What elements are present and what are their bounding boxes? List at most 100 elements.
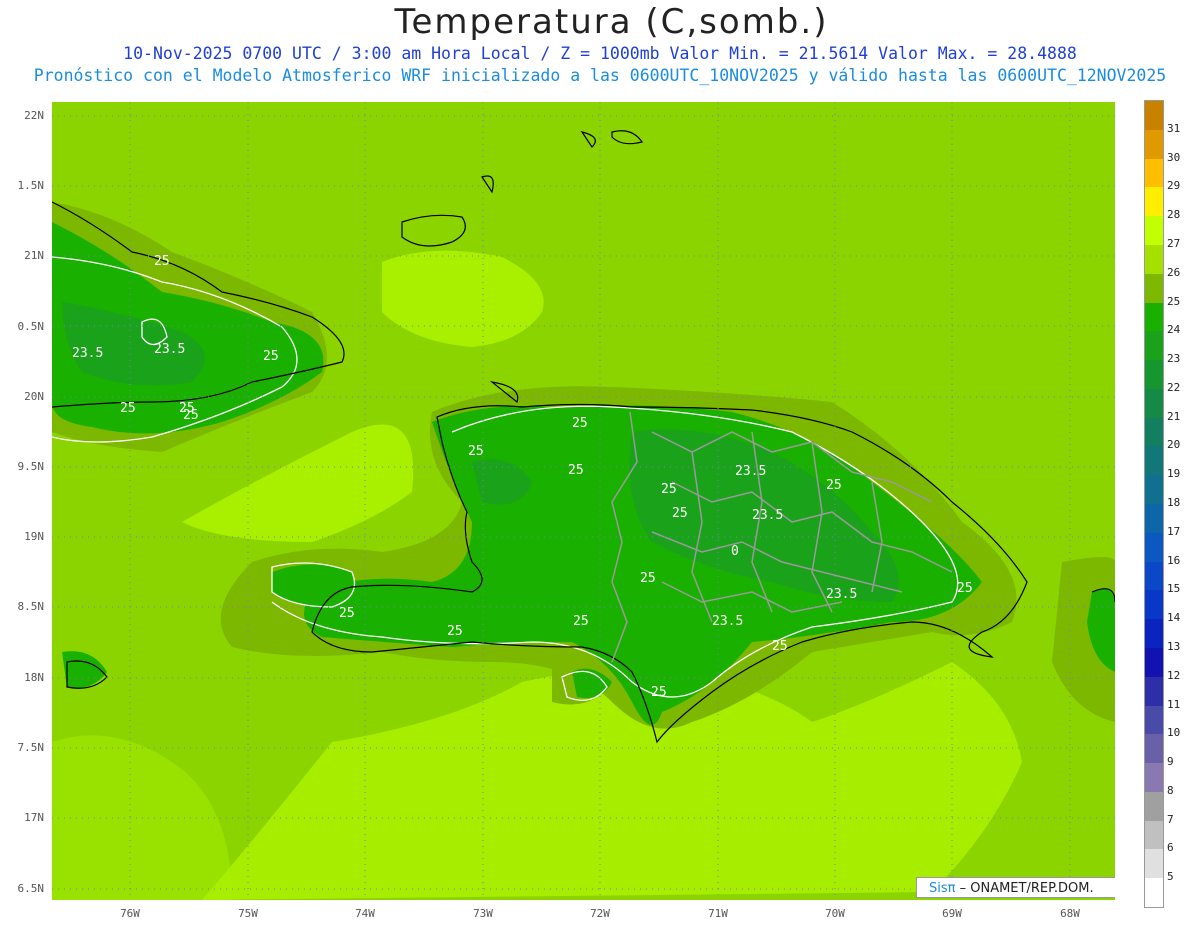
colorbar-swatch [1145, 360, 1163, 390]
colorbar-swatch [1145, 849, 1163, 879]
contour-label: 25 [651, 685, 667, 700]
colorbar-label: 27 [1167, 236, 1181, 250]
map-title: Temperatura (C,somb.) [394, 2, 829, 42]
colorbar-swatch [1145, 101, 1163, 131]
colorbar-label: 20 [1167, 438, 1181, 452]
lon-label: 72W [590, 907, 610, 920]
colorbar-label: 7 [1167, 812, 1174, 826]
lon-label: 70W [825, 907, 845, 920]
temperature-map: 25 23.5 23.5 25 25 25 25 25 25 25 23.5 2… [52, 102, 1115, 900]
contour-label: 23.5 [826, 587, 857, 602]
contour-label: 25 [154, 254, 170, 269]
colorbar-label: 22 [1167, 380, 1181, 394]
colorbar-label: 16 [1167, 553, 1181, 567]
credit-box: Sisπ – ONAMET/REP.DOM. [916, 877, 1115, 898]
colorbar-label: 31 [1167, 121, 1181, 135]
lon-label: 73W [473, 907, 493, 920]
lon-label: 75W [238, 907, 258, 920]
lat-label: 20N [24, 390, 44, 403]
colorbar-swatch [1145, 619, 1163, 649]
contour-label: 25 [826, 478, 842, 493]
contour-label: 25 [772, 639, 788, 654]
lat-label: 9.5N [17, 460, 45, 473]
colorbar [1144, 100, 1164, 908]
colorbar-label: 17 [1167, 524, 1181, 538]
contour-label: 25 [263, 349, 279, 364]
contour-label: 25 [661, 482, 677, 497]
colorbar-swatch [1145, 475, 1163, 505]
colorbar-label: 6 [1167, 841, 1174, 855]
map-canvas: 25 23.5 23.5 25 25 25 25 25 25 25 23.5 2… [52, 102, 1115, 900]
colorbar-swatch [1145, 734, 1163, 764]
colorbar-label: 18 [1167, 496, 1181, 509]
colorbar-swatch [1145, 820, 1163, 850]
contour-label: 25 [572, 416, 588, 431]
lat-label: 22N [24, 109, 44, 122]
colorbar-label: 8 [1167, 783, 1174, 797]
colorbar-label: 28 [1167, 208, 1181, 222]
lat-label: 6.5N [17, 882, 45, 895]
colorbar-swatch [1145, 791, 1163, 822]
contour-label: 23.5 [752, 508, 783, 523]
colorbar-label: 23 [1167, 352, 1181, 366]
colorbar-swatch [1145, 388, 1163, 419]
contour-label: 25 [339, 606, 355, 621]
contour-label: 23.5 [712, 614, 743, 629]
lon-label: 71W [708, 907, 728, 920]
subtitle-model-info: Pronóstico con el Modelo Atmosferico WRF… [33, 66, 1167, 85]
contour-label: 25 [120, 401, 136, 416]
credit-org: – ONAMET/REP.DOM. [955, 881, 1094, 896]
lat-label: 17N [24, 811, 44, 824]
contour-label: 25 [447, 624, 463, 639]
lat-label: 8.5N [17, 600, 45, 613]
contour-label: 25 [640, 571, 656, 586]
colorbar-label: 25 [1167, 294, 1181, 308]
lat-label: 18N [24, 671, 44, 684]
colorbar-label: 11 [1167, 697, 1181, 711]
lat-label: 19N [24, 530, 44, 543]
colorbar-label: 30 [1167, 150, 1181, 164]
colorbar-label: 13 [1167, 639, 1181, 653]
colorbar-label: 10 [1167, 726, 1181, 740]
contour-label: 25 [573, 614, 589, 629]
colorbar-swatch [1145, 244, 1163, 275]
lat-label: 1.5N [17, 179, 45, 192]
contour-label: 25 [957, 581, 973, 596]
colorbar-swatch [1145, 590, 1163, 620]
colorbar-swatch [1145, 878, 1163, 908]
colorbar-swatch [1145, 647, 1163, 678]
colorbar-label: 26 [1167, 265, 1181, 279]
contour-label: 25 [179, 401, 195, 416]
colorbar-label: 29 [1167, 179, 1181, 193]
colorbar-label: 15 [1167, 582, 1181, 596]
colorbar-swatch [1145, 302, 1163, 332]
colorbar-label: 21 [1167, 409, 1181, 423]
contour-label: 25 [672, 506, 688, 521]
colorbar-label: 24 [1167, 323, 1181, 337]
lon-label: 76W [120, 907, 140, 920]
colorbar-swatch [1145, 504, 1163, 534]
contour-label: 25 [468, 444, 484, 459]
lon-label: 74W [355, 907, 375, 920]
colorbar-swatch [1145, 417, 1163, 447]
colorbar-swatch [1145, 561, 1163, 591]
colorbar-label: 19 [1167, 467, 1181, 481]
contour-label: 23.5 [154, 342, 185, 357]
contour-label: 0 [731, 544, 739, 559]
colorbar-swatch [1145, 129, 1163, 160]
credit-brand: Sisπ [929, 881, 956, 896]
lat-label: 21N [24, 249, 44, 262]
colorbar-label: 12 [1167, 668, 1181, 682]
contour-label: 25 [568, 463, 584, 478]
colorbar-swatch [1145, 187, 1163, 217]
lon-label: 68W [1060, 907, 1080, 920]
colorbar-label: 14 [1167, 611, 1181, 625]
colorbar-swatch [1145, 676, 1163, 706]
lat-label: 7.5N [17, 741, 45, 754]
colorbar-label: 5 [1167, 870, 1174, 884]
lon-label: 69W [942, 907, 962, 920]
colorbar-swatch [1145, 705, 1163, 735]
contour-label: 23.5 [735, 464, 766, 479]
colorbar-swatch [1145, 158, 1163, 188]
contour-label: 23.5 [72, 346, 103, 361]
